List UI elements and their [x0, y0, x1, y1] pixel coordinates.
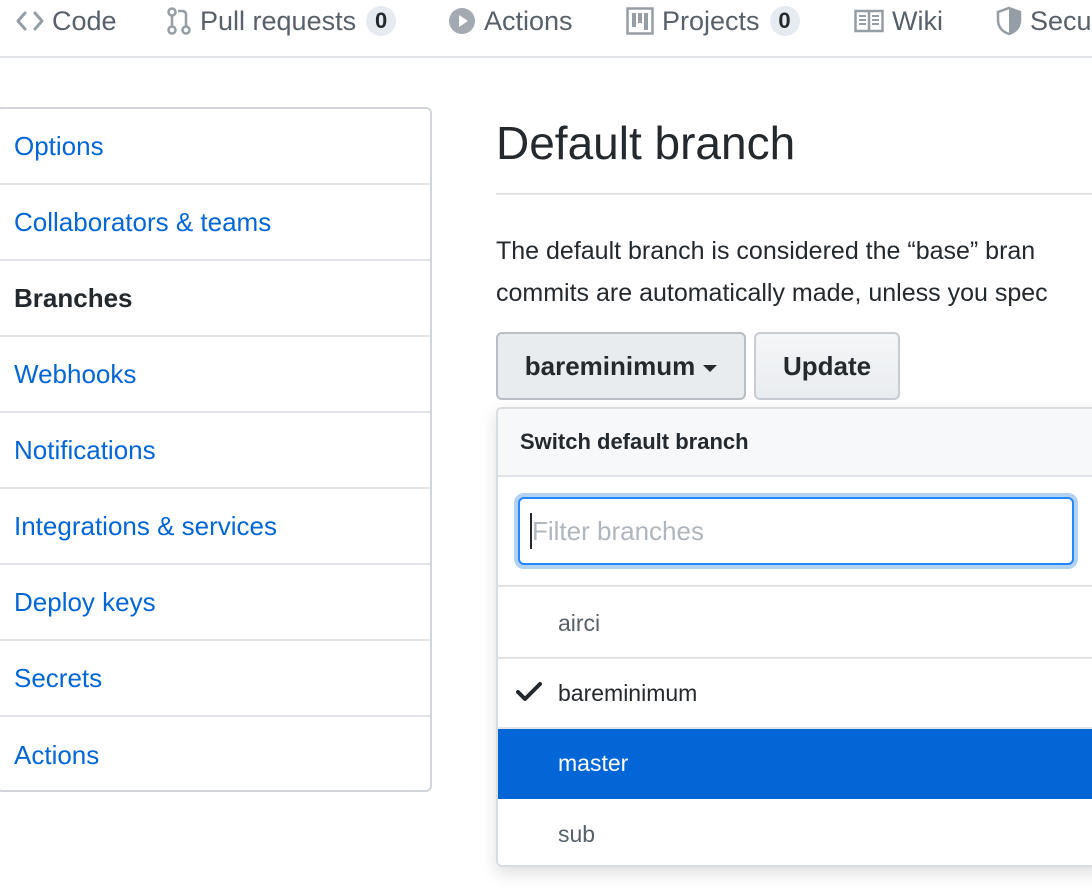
menu-item-collaborators[interactable]: Collaborators & teams	[0, 185, 430, 261]
projects-count: 0	[769, 6, 800, 36]
branch-dropdown: Switch default branch airci bareminimum …	[496, 407, 1092, 867]
pull-request-icon	[166, 6, 192, 36]
tab-security-label: Secu	[1030, 5, 1092, 36]
branch-option-label: master	[558, 749, 629, 776]
description-line-2: commits are automatically made, unless y…	[496, 279, 1048, 307]
tab-code-label: Code	[52, 5, 117, 36]
text-cursor	[530, 513, 532, 549]
dropdown-header: Switch default branch	[498, 409, 1092, 477]
page-title: Default branch	[496, 117, 796, 169]
shield-icon	[996, 6, 1022, 36]
filter-branches-input[interactable]	[518, 497, 1074, 565]
branch-option-label: airci	[558, 609, 601, 636]
menu-item-secrets[interactable]: Secrets	[0, 641, 430, 717]
branch-option-label: sub	[558, 820, 596, 847]
tab-wiki-label: Wiki	[892, 5, 943, 36]
settings-menu: Options Collaborators & teams Branches W…	[0, 107, 432, 792]
tab-code[interactable]: Code	[16, 0, 117, 42]
tab-projects-label: Projects	[662, 5, 760, 36]
code-icon	[16, 10, 44, 32]
pull-requests-count: 0	[366, 6, 397, 36]
title-divider	[496, 193, 1092, 195]
book-icon	[854, 9, 884, 33]
branch-option-bareminimum[interactable]: bareminimum	[498, 659, 1092, 729]
default-branch-description: The default branch is considered the “ba…	[496, 230, 1092, 314]
branch-option-label: bareminimum	[558, 679, 698, 706]
branch-option-master[interactable]: master	[498, 729, 1092, 799]
menu-item-branches[interactable]: Branches	[0, 261, 430, 337]
play-icon	[448, 7, 476, 35]
menu-item-integrations[interactable]: Integrations & services	[0, 489, 430, 565]
check-icon	[516, 681, 542, 709]
menu-item-deploy-keys[interactable]: Deploy keys	[0, 565, 430, 641]
branch-select-button[interactable]: bareminimum	[496, 332, 746, 400]
tab-pull-requests-label: Pull requests	[200, 5, 357, 36]
branch-option-sub[interactable]: sub	[498, 799, 1092, 865]
repo-nav: Code Pull requests 0 Actions Projects 0 …	[0, 0, 1092, 58]
tab-security[interactable]: Secu	[996, 0, 1092, 42]
tab-projects[interactable]: Projects 0	[626, 0, 800, 42]
update-button[interactable]: Update	[754, 332, 900, 400]
menu-item-notifications[interactable]: Notifications	[0, 413, 430, 489]
description-line-1: The default branch is considered the “ba…	[496, 237, 1036, 265]
menu-item-webhooks[interactable]: Webhooks	[0, 337, 430, 413]
tab-wiki[interactable]: Wiki	[854, 0, 943, 42]
caret-down-icon	[703, 364, 718, 372]
tab-actions-label: Actions	[484, 5, 573, 36]
branch-option-airci[interactable]: airci	[498, 589, 1092, 659]
filter-container	[498, 477, 1092, 587]
menu-item-options[interactable]: Options	[0, 109, 430, 185]
branch-select-label: bareminimum	[524, 350, 696, 381]
project-icon	[626, 7, 654, 35]
tab-actions[interactable]: Actions	[448, 0, 573, 42]
menu-item-actions[interactable]: Actions	[0, 717, 430, 790]
tab-pull-requests[interactable]: Pull requests 0	[166, 0, 397, 42]
